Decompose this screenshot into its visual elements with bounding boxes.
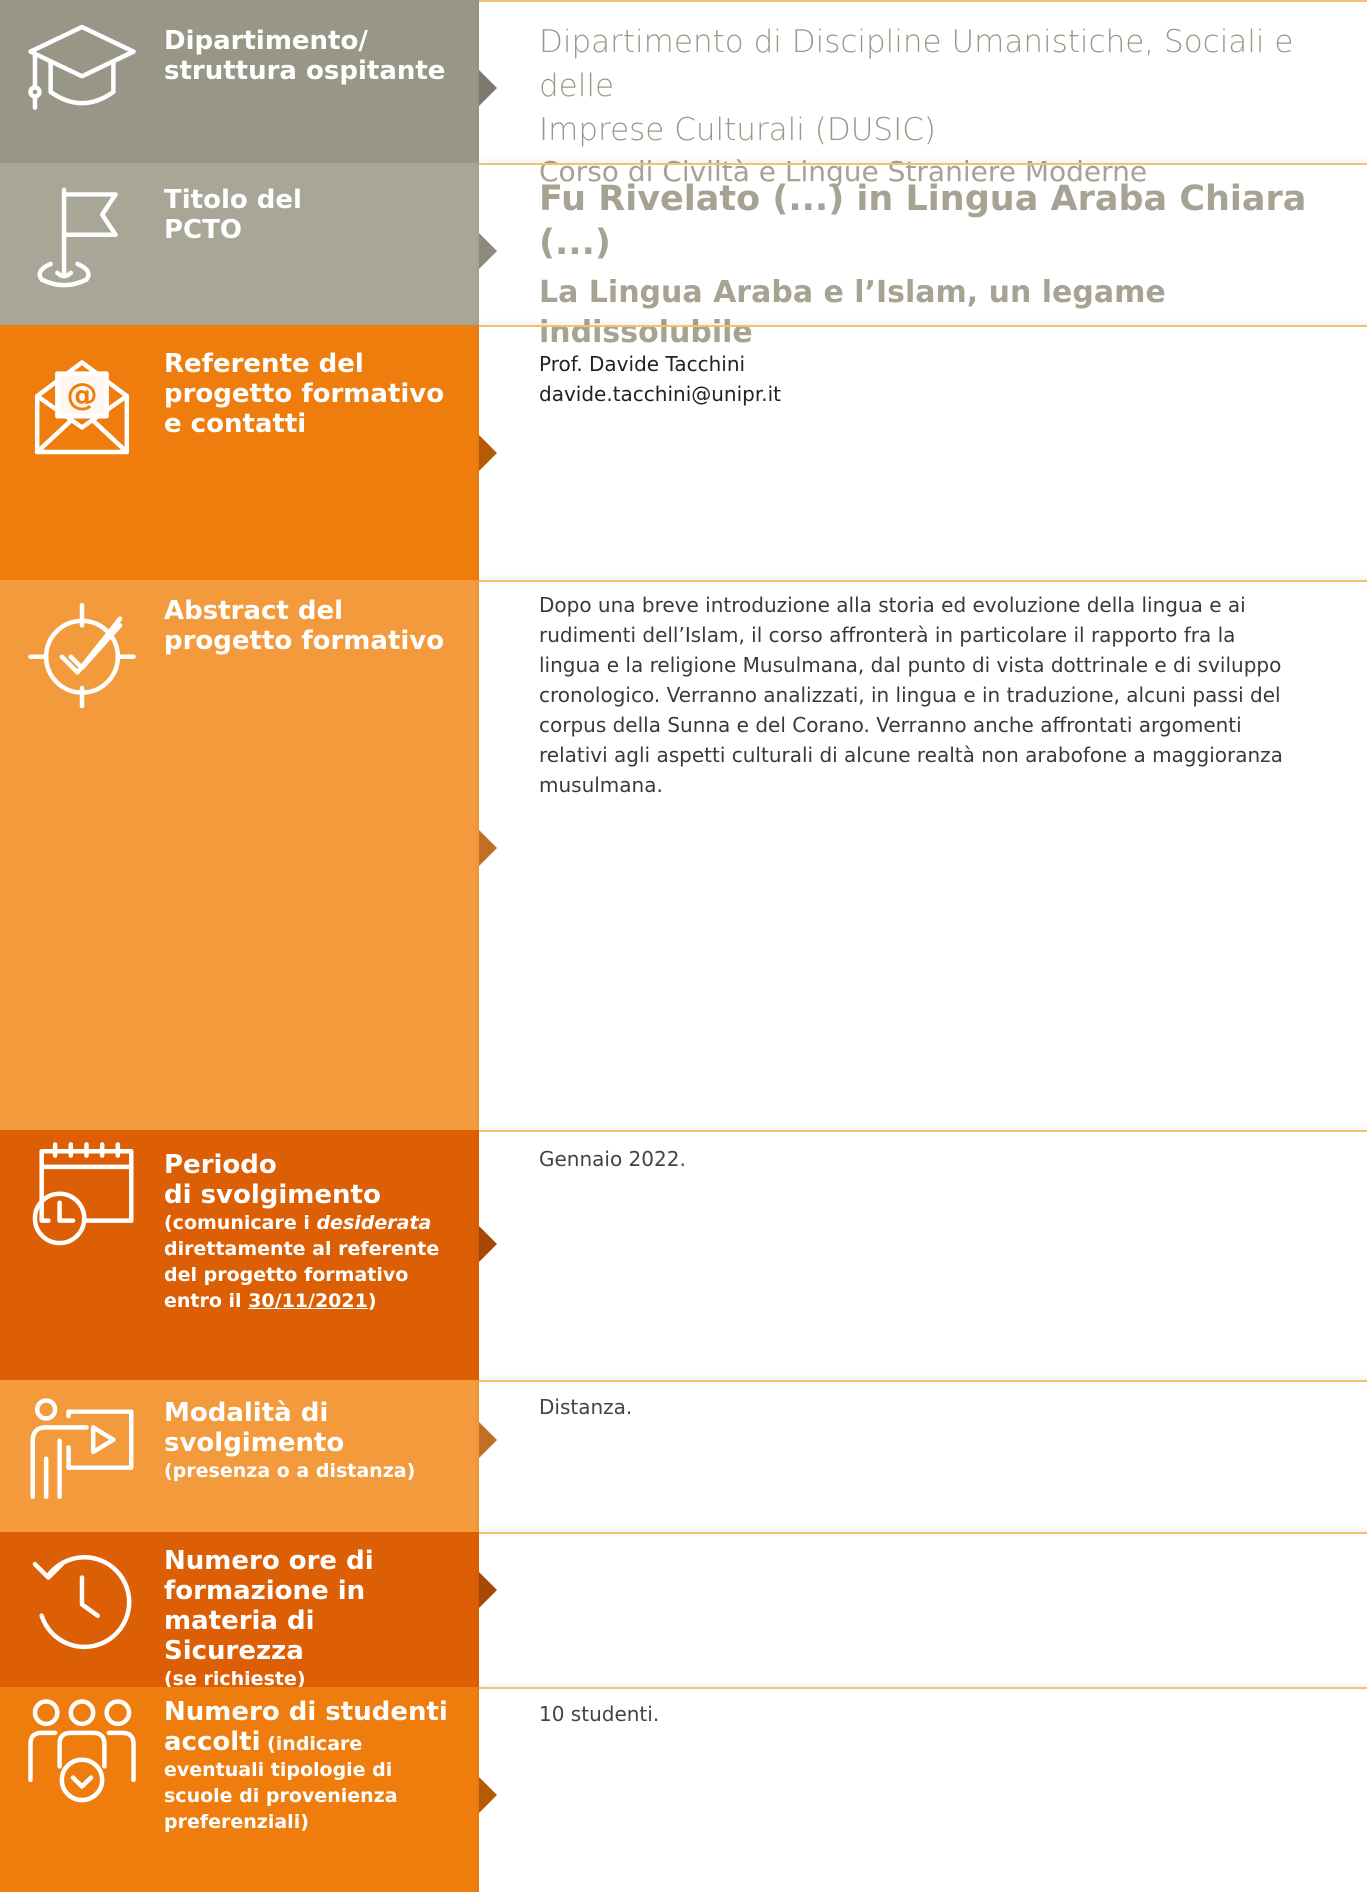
mode-label: Modalità di svolgimento (presenza o a di… — [164, 1398, 463, 1484]
history-clock-icon — [26, 1544, 138, 1656]
period-value: Gennaio 2022. — [539, 1144, 1357, 1174]
referent-label-line3: e contatti — [164, 409, 307, 439]
hours-label-line2: formazione in — [164, 1576, 366, 1606]
hours-label-line1: Numero ore di — [164, 1546, 374, 1576]
row-students: Numero di studenti accolti (indicare eve… — [0, 1687, 1367, 1892]
title-label-line2: PCTO — [164, 215, 242, 245]
mode-value-text: Distanza. — [539, 1395, 633, 1419]
mode-label-cell: Modalità di svolgimento (presenza o a di… — [0, 1380, 479, 1532]
students-value-text: 10 studenti. — [539, 1702, 660, 1726]
hours-label-cell: Numero ore di formazione in materia di S… — [0, 1532, 479, 1690]
row-mode: Modalità di svolgimento (presenza o a di… — [0, 1380, 1367, 1532]
group-people-icon — [26, 1697, 138, 1809]
period-note-text: (comunicare i — [164, 1212, 317, 1234]
students-note-line1: eventuali tipologie di — [164, 1759, 393, 1781]
abstract-line: cronologico. Verranno analizzati, in lin… — [539, 683, 1281, 707]
hours-value-cell — [479, 1532, 1367, 1687]
abstract-line: relativi agli aspetti culturali di alcun… — [539, 743, 1283, 767]
abstract-line: rudimenti dell’Islam, il corso affronter… — [539, 623, 1236, 647]
students-note-start: (indicare — [260, 1733, 363, 1755]
row-title: Titolo del PCTO Fu Rivelato (...) in Lin… — [0, 163, 1367, 350]
period-label-cell: Periodo di svolgimento (comunicare i des… — [0, 1130, 479, 1380]
department-name-line1: Dipartimento di Discipline Umanistiche, … — [539, 24, 1294, 104]
svg-text:@: @ — [66, 377, 97, 413]
deadline-date: 30/11/2021 — [248, 1290, 368, 1312]
period-note-text: entro il — [164, 1290, 249, 1312]
period-label-line2: di svolgimento — [164, 1180, 381, 1210]
row-hours: Numero ore di formazione in materia di S… — [0, 1532, 1367, 1690]
title-label: Titolo del PCTO — [164, 185, 463, 245]
mode-label-line2: svolgimento — [164, 1428, 345, 1458]
title-label-line1: Titolo del — [164, 185, 302, 215]
hours-label-line3: materia di Sicurezza — [164, 1606, 315, 1666]
students-note-line2: scuole di provenienza — [164, 1785, 398, 1807]
department-label-line2: struttura ospitante — [164, 56, 446, 86]
referent-value: Prof. Davide Tacchini davide.tacchini@un… — [539, 349, 1357, 409]
period-note-line1: (comunicare i desiderata — [164, 1210, 463, 1236]
referent-email[interactable]: davide.tacchini@unipr.it — [539, 379, 1357, 409]
row-period: Periodo di svolgimento (comunicare i des… — [0, 1130, 1367, 1380]
abstract-line: Dopo una breve introduzione alla storia … — [539, 593, 1246, 617]
referent-label-line2: progetto formativo — [164, 379, 445, 409]
abstract-value: Dopo una breve introduzione alla storia … — [539, 590, 1357, 800]
department-label-cell: Dipartimento/ struttura ospitante — [0, 0, 479, 163]
row-department: Dipartimento/ struttura ospitante Dipart… — [0, 0, 1367, 188]
title-label-cell: Titolo del PCTO — [0, 163, 479, 325]
department-name-line2: Imprese Culturali (DUSIC) — [539, 112, 936, 148]
period-note-line4: entro il 30/11/2021) — [164, 1288, 463, 1314]
abstract-line: musulmana. — [539, 773, 663, 797]
row-referent: @ Referente del progetto formativo e con… — [0, 325, 1367, 580]
abstract-label-line2: progetto formativo — [164, 626, 445, 656]
period-label-line1: Periodo — [164, 1150, 277, 1180]
students-label-line2: accolti (indicare — [164, 1727, 463, 1757]
referent-label: Referente del progetto formativo e conta… — [164, 349, 463, 439]
abstract-label-line1: Abstract del — [164, 596, 344, 626]
abstract-label: Abstract del progetto formativo — [164, 596, 463, 656]
graduation-cap-icon — [26, 18, 138, 130]
period-note-text: ) — [367, 1290, 377, 1312]
abstract-line: lingua e la religione Musulmana, dal pun… — [539, 653, 1282, 677]
students-label-cell: Numero di studenti accolti (indicare eve… — [0, 1687, 479, 1892]
period-note-italic: desiderata — [316, 1212, 432, 1234]
department-label-line1: Dipartimento/ — [164, 26, 368, 56]
abstract-label-cell: Abstract del progetto formativo — [0, 580, 479, 1130]
period-note-line2: direttamente al referente — [164, 1238, 440, 1260]
mode-label-line1: Modalità di — [164, 1398, 329, 1428]
students-value: 10 studenti. — [539, 1699, 1357, 1729]
email-envelope-icon: @ — [26, 349, 138, 461]
calendar-clock-icon — [26, 1140, 138, 1252]
hours-label: Numero ore di formazione in materia di S… — [164, 1546, 463, 1692]
mode-note: (presenza o a distanza) — [164, 1460, 416, 1482]
period-value-text: Gennaio 2022. — [539, 1147, 686, 1171]
presenter-screen-icon — [26, 1396, 138, 1508]
period-note-line3: del progetto formativo — [164, 1264, 409, 1286]
target-check-icon — [26, 594, 138, 709]
referent-name: Prof. Davide Tacchini — [539, 352, 746, 376]
students-note-line3: preferenziali) — [164, 1811, 309, 1833]
students-label-accolti: accolti — [164, 1727, 261, 1757]
students-label-line1: Numero di studenti — [164, 1697, 448, 1727]
period-label: Periodo di svolgimento (comunicare i des… — [164, 1150, 463, 1314]
row-abstract: Abstract del progetto formativo Dopo una… — [0, 580, 1367, 1130]
flag-icon — [26, 181, 138, 293]
abstract-line: corpus della Sunna e del Corano. Verrann… — [539, 713, 1242, 737]
referent-label-line1: Referente del — [164, 349, 364, 379]
department-label: Dipartimento/ struttura ospitante — [164, 26, 463, 86]
referent-label-cell: @ Referente del progetto formativo e con… — [0, 325, 479, 580]
mode-value: Distanza. — [539, 1392, 1357, 1422]
students-label: Numero di studenti accolti (indicare eve… — [164, 1697, 463, 1835]
project-title: Fu Rivelato (...) in Lingua Araba Chiara… — [539, 179, 1307, 263]
